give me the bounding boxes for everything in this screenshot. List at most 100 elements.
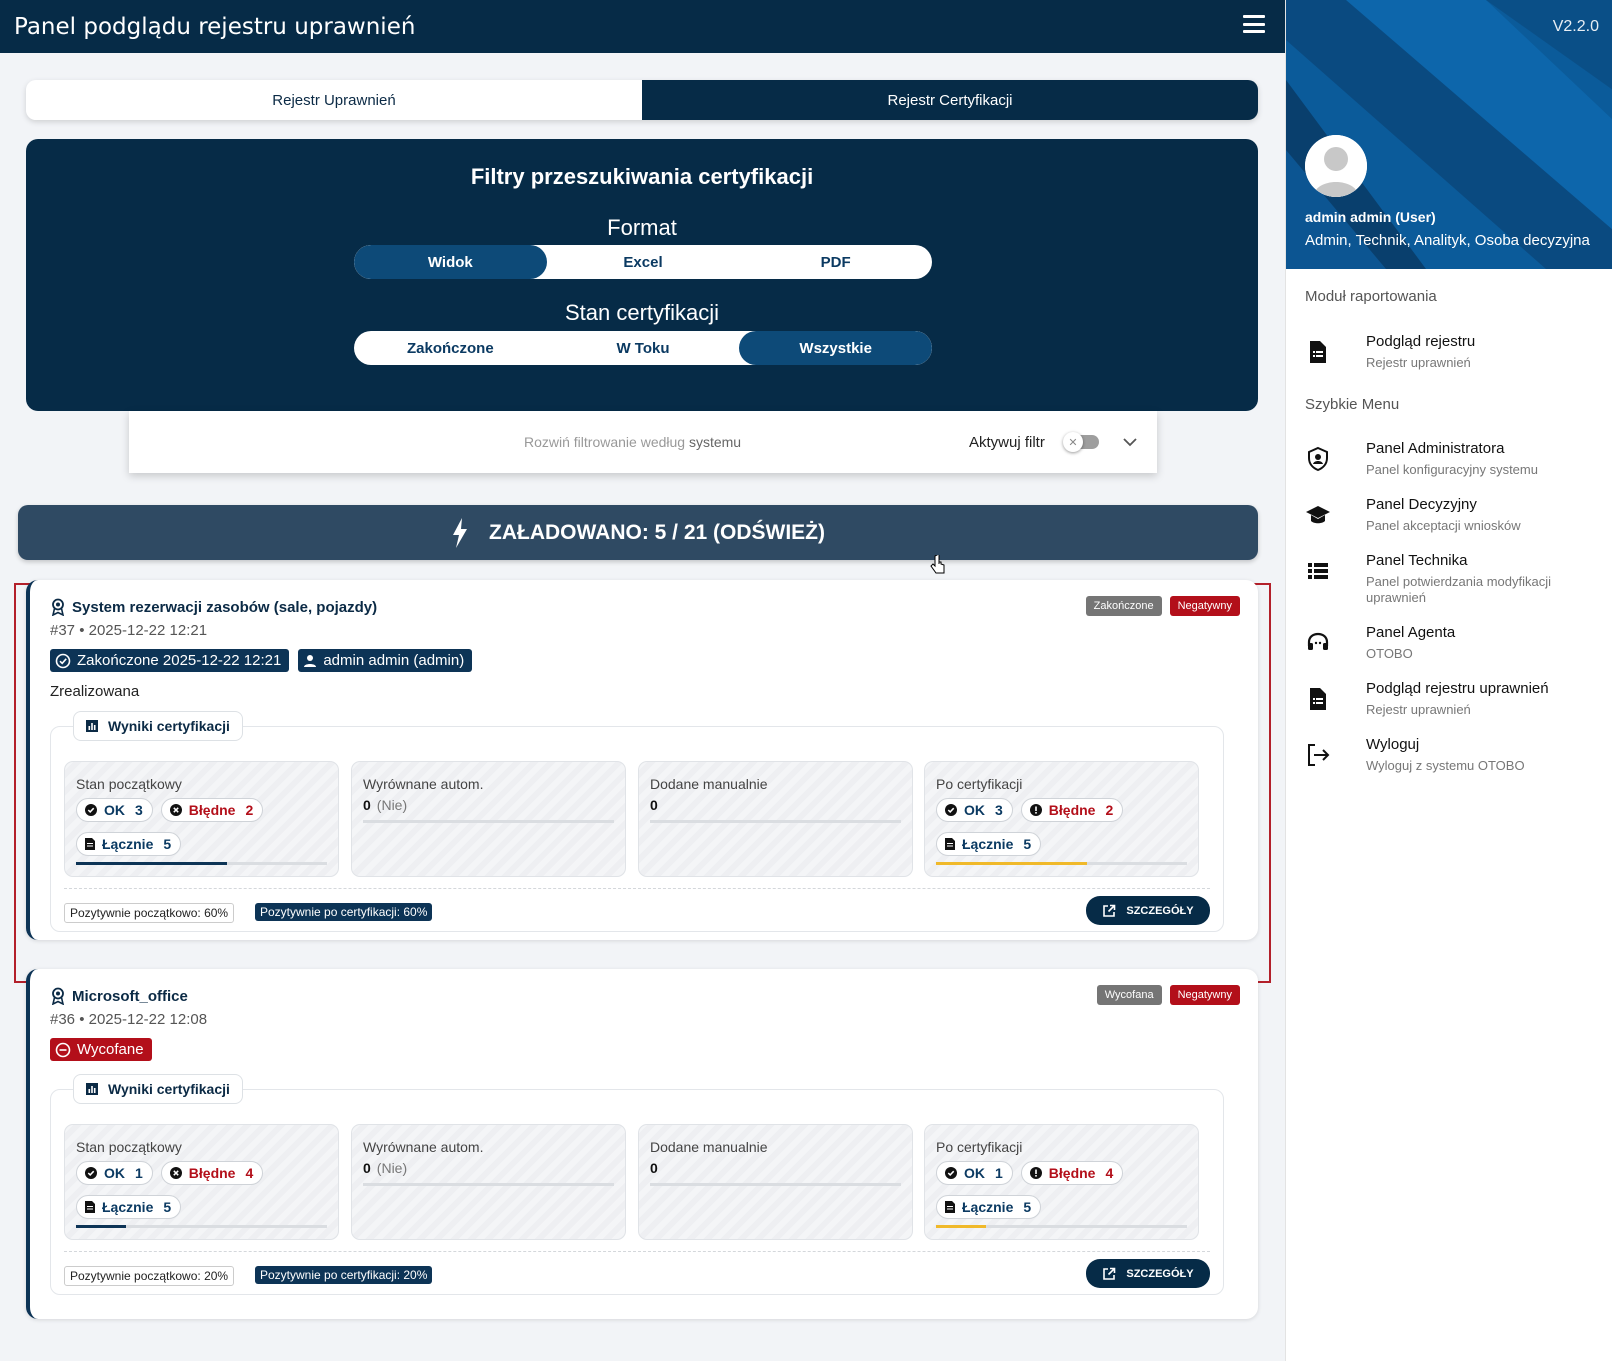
initial-state-box: Stan początkowy OK 3 Błędne 2 Łącznie 5 — [64, 761, 339, 877]
ok-count: 3 — [995, 802, 1003, 818]
file-icon — [945, 838, 955, 850]
auto-aligned-bar — [363, 1183, 614, 1186]
system-filter-text: Rozwiń filtrowanie według — [524, 434, 686, 450]
card-meta: #37 • 2025-12-22 12:21 — [50, 622, 208, 639]
ok-pill: OK 1 — [76, 1161, 153, 1185]
file-icon — [85, 838, 95, 850]
positive-after-badge: Pozytywnie po certyfikacji: 20% — [255, 1266, 433, 1284]
card-title[interactable]: Microsoft_office — [50, 987, 188, 1005]
ok-pill: OK 1 — [936, 1161, 1013, 1185]
card-chips: Zakończone 2025-12-22 12:21 admin admin … — [50, 649, 473, 672]
ok-count: 1 — [135, 1165, 143, 1181]
auto-aligned-box: Wyrównane autom. 0 (Nie) — [351, 761, 626, 877]
chevron-down-icon[interactable] — [1121, 433, 1139, 451]
certification-results: Wyniki certyfikacji Stan początkowy OK 1 … — [50, 1074, 1224, 1295]
state-option-all[interactable]: Wszystkie — [739, 331, 932, 365]
format-option-excel[interactable]: Excel — [547, 245, 740, 279]
tab-permissions-register[interactable]: Rejestr Uprawnień — [26, 80, 642, 120]
user-roles: Admin, Technik, Analityk, Osoba decyzyjn… — [1305, 232, 1590, 249]
sidebar-header: V2.2.0 admin admin (User) Admin, Technik… — [1286, 0, 1612, 269]
initial-state-label: Stan początkowy — [76, 776, 182, 792]
check-badge-icon — [945, 804, 957, 816]
ok-label: OK — [104, 802, 125, 818]
hamburger-menu-icon[interactable] — [1243, 15, 1265, 33]
details-button[interactable]: SZCZEGÓŁY — [1086, 1259, 1210, 1288]
positive-after-badge: Pozytywnie po certyfikacji: 60% — [255, 903, 433, 921]
sidebar-item-subtitle: Panel konfiguracyjny systemu — [1366, 462, 1538, 477]
status-badge: Wycofana — [1096, 985, 1162, 1005]
error-pill: Błędne 2 — [160, 798, 264, 822]
error-count: 4 — [1105, 1165, 1114, 1181]
shield-user-icon — [1308, 446, 1328, 472]
app-title: Panel podglądu rejestru uprawnień — [14, 13, 416, 40]
loaded-count-text: ZAŁADOWANO: 5 / 21 (ODŚWIEŻ) — [489, 520, 825, 544]
user-chip: admin admin (admin) — [298, 649, 473, 672]
certification-results: Wyniki certyfikacji Stan początkowy OK 3 … — [50, 711, 1224, 932]
sidebar-item-title: Panel Decyzyjny — [1366, 496, 1477, 513]
register-tabs: Rejestr Uprawnień Rejestr Certyfikacji — [26, 80, 1258, 120]
error-label: Błędne — [188, 1165, 236, 1181]
format-option-view[interactable]: Widok — [354, 245, 547, 279]
hand-cursor-icon — [930, 555, 945, 574]
sidebar-item-subtitle: OTOBO — [1366, 646, 1413, 661]
loaded-refresh-button[interactable]: ZAŁADOWANO: 5 / 21 (ODŚWIEŻ) — [18, 505, 1258, 560]
ok-count: 3 — [135, 802, 143, 818]
auto-aligned-note: (Nie) — [376, 1160, 408, 1176]
results-title: Wyniki certyfikacji — [73, 711, 243, 741]
total-count: 5 — [1023, 836, 1032, 852]
total-pill: Łącznie 5 — [76, 832, 182, 856]
headset-icon — [1307, 632, 1329, 650]
sidebar-item-title: Panel Agenta — [1366, 624, 1456, 641]
error-pill: Błędne 2 — [1020, 798, 1124, 822]
filter-panel-title: Filtry przeszukiwania certyfikacji — [470, 164, 814, 189]
total-label: Łącznie — [102, 1199, 154, 1215]
app-bar: Panel podglądu rejestru uprawnień — [0, 0, 1285, 53]
format-option-pdf[interactable]: PDF — [739, 245, 932, 279]
after-progress-bar — [936, 1225, 1187, 1228]
total-pill: Łącznie 5 — [76, 1195, 182, 1219]
system-filter-expand-text[interactable]: Rozwiń filtrowanie według systemu — [524, 434, 741, 450]
error-label: Błędne — [188, 802, 236, 818]
completed-chip: Zakończone 2025-12-22 12:21 — [50, 649, 290, 672]
manual-added-value: 0 — [650, 1160, 658, 1176]
manual-added-value: 0 — [650, 797, 658, 813]
total-count: 5 — [163, 1199, 172, 1215]
details-button[interactable]: SZCZEGÓŁY — [1086, 896, 1210, 925]
chart-icon — [86, 1083, 98, 1095]
avatar[interactable] — [1305, 135, 1367, 197]
withdrawn-chip-text: Wycofane — [77, 1041, 144, 1058]
x-circle-icon — [169, 804, 182, 816]
external-link-icon — [1103, 904, 1116, 917]
document-icon — [1310, 341, 1326, 363]
user-name: admin admin (User) — [1305, 209, 1436, 225]
activate-filter-toggle[interactable]: ✕ — [1063, 432, 1101, 452]
total-count: 5 — [163, 836, 172, 852]
award-icon — [51, 987, 65, 1005]
auto-aligned-note: (Nie) — [376, 797, 408, 813]
state-option-in-progress[interactable]: W Toku — [547, 331, 740, 365]
tab-certification-register[interactable]: Rejestr Certyfikacji — [642, 80, 1258, 120]
state-option-completed[interactable]: Zakończone — [354, 331, 547, 365]
results-title-text: Wyniki certyfikacji — [108, 718, 230, 734]
sidebar-item-subtitle: Rejestr uprawnień — [1366, 355, 1471, 370]
results-divider — [64, 1251, 1210, 1252]
result-badge: Negatywny — [1169, 985, 1240, 1005]
sidebar-item-subtitle: Panel akceptacji wniosków — [1366, 518, 1521, 533]
external-link-icon — [1103, 1267, 1116, 1280]
certification-card: Microsoft_office #36 • 2025-12-22 12:08 … — [26, 969, 1258, 1319]
card-badges: Wycofana Negatywny — [1096, 985, 1240, 1005]
sidebar-item-subtitle: Wyloguj z systemu OTOBO — [1366, 758, 1525, 773]
initial-state-box: Stan początkowy OK 1 Błędne 4 Łącznie 5 — [64, 1124, 339, 1240]
system-filter-emph: systemu — [688, 434, 742, 450]
card-title[interactable]: System rezerwacji zasobów (sale, pojazdy… — [50, 598, 377, 616]
document-icon — [1310, 688, 1326, 710]
sidebar: V2.2.0 admin admin (User) Admin, Technik… — [1285, 0, 1612, 1361]
certification-state-label: Stan certyfikacji — [564, 300, 720, 325]
after-progress-bar — [936, 862, 1187, 865]
error-count: 4 — [245, 1165, 254, 1181]
toggle-off-icon: ✕ — [1063, 432, 1083, 452]
manual-added-label: Dodane manualnie — [650, 776, 768, 792]
section-quick-menu: Szybkie Menu — [1305, 396, 1400, 413]
file-icon — [945, 1201, 955, 1213]
initial-state-label: Stan początkowy — [76, 1139, 182, 1155]
